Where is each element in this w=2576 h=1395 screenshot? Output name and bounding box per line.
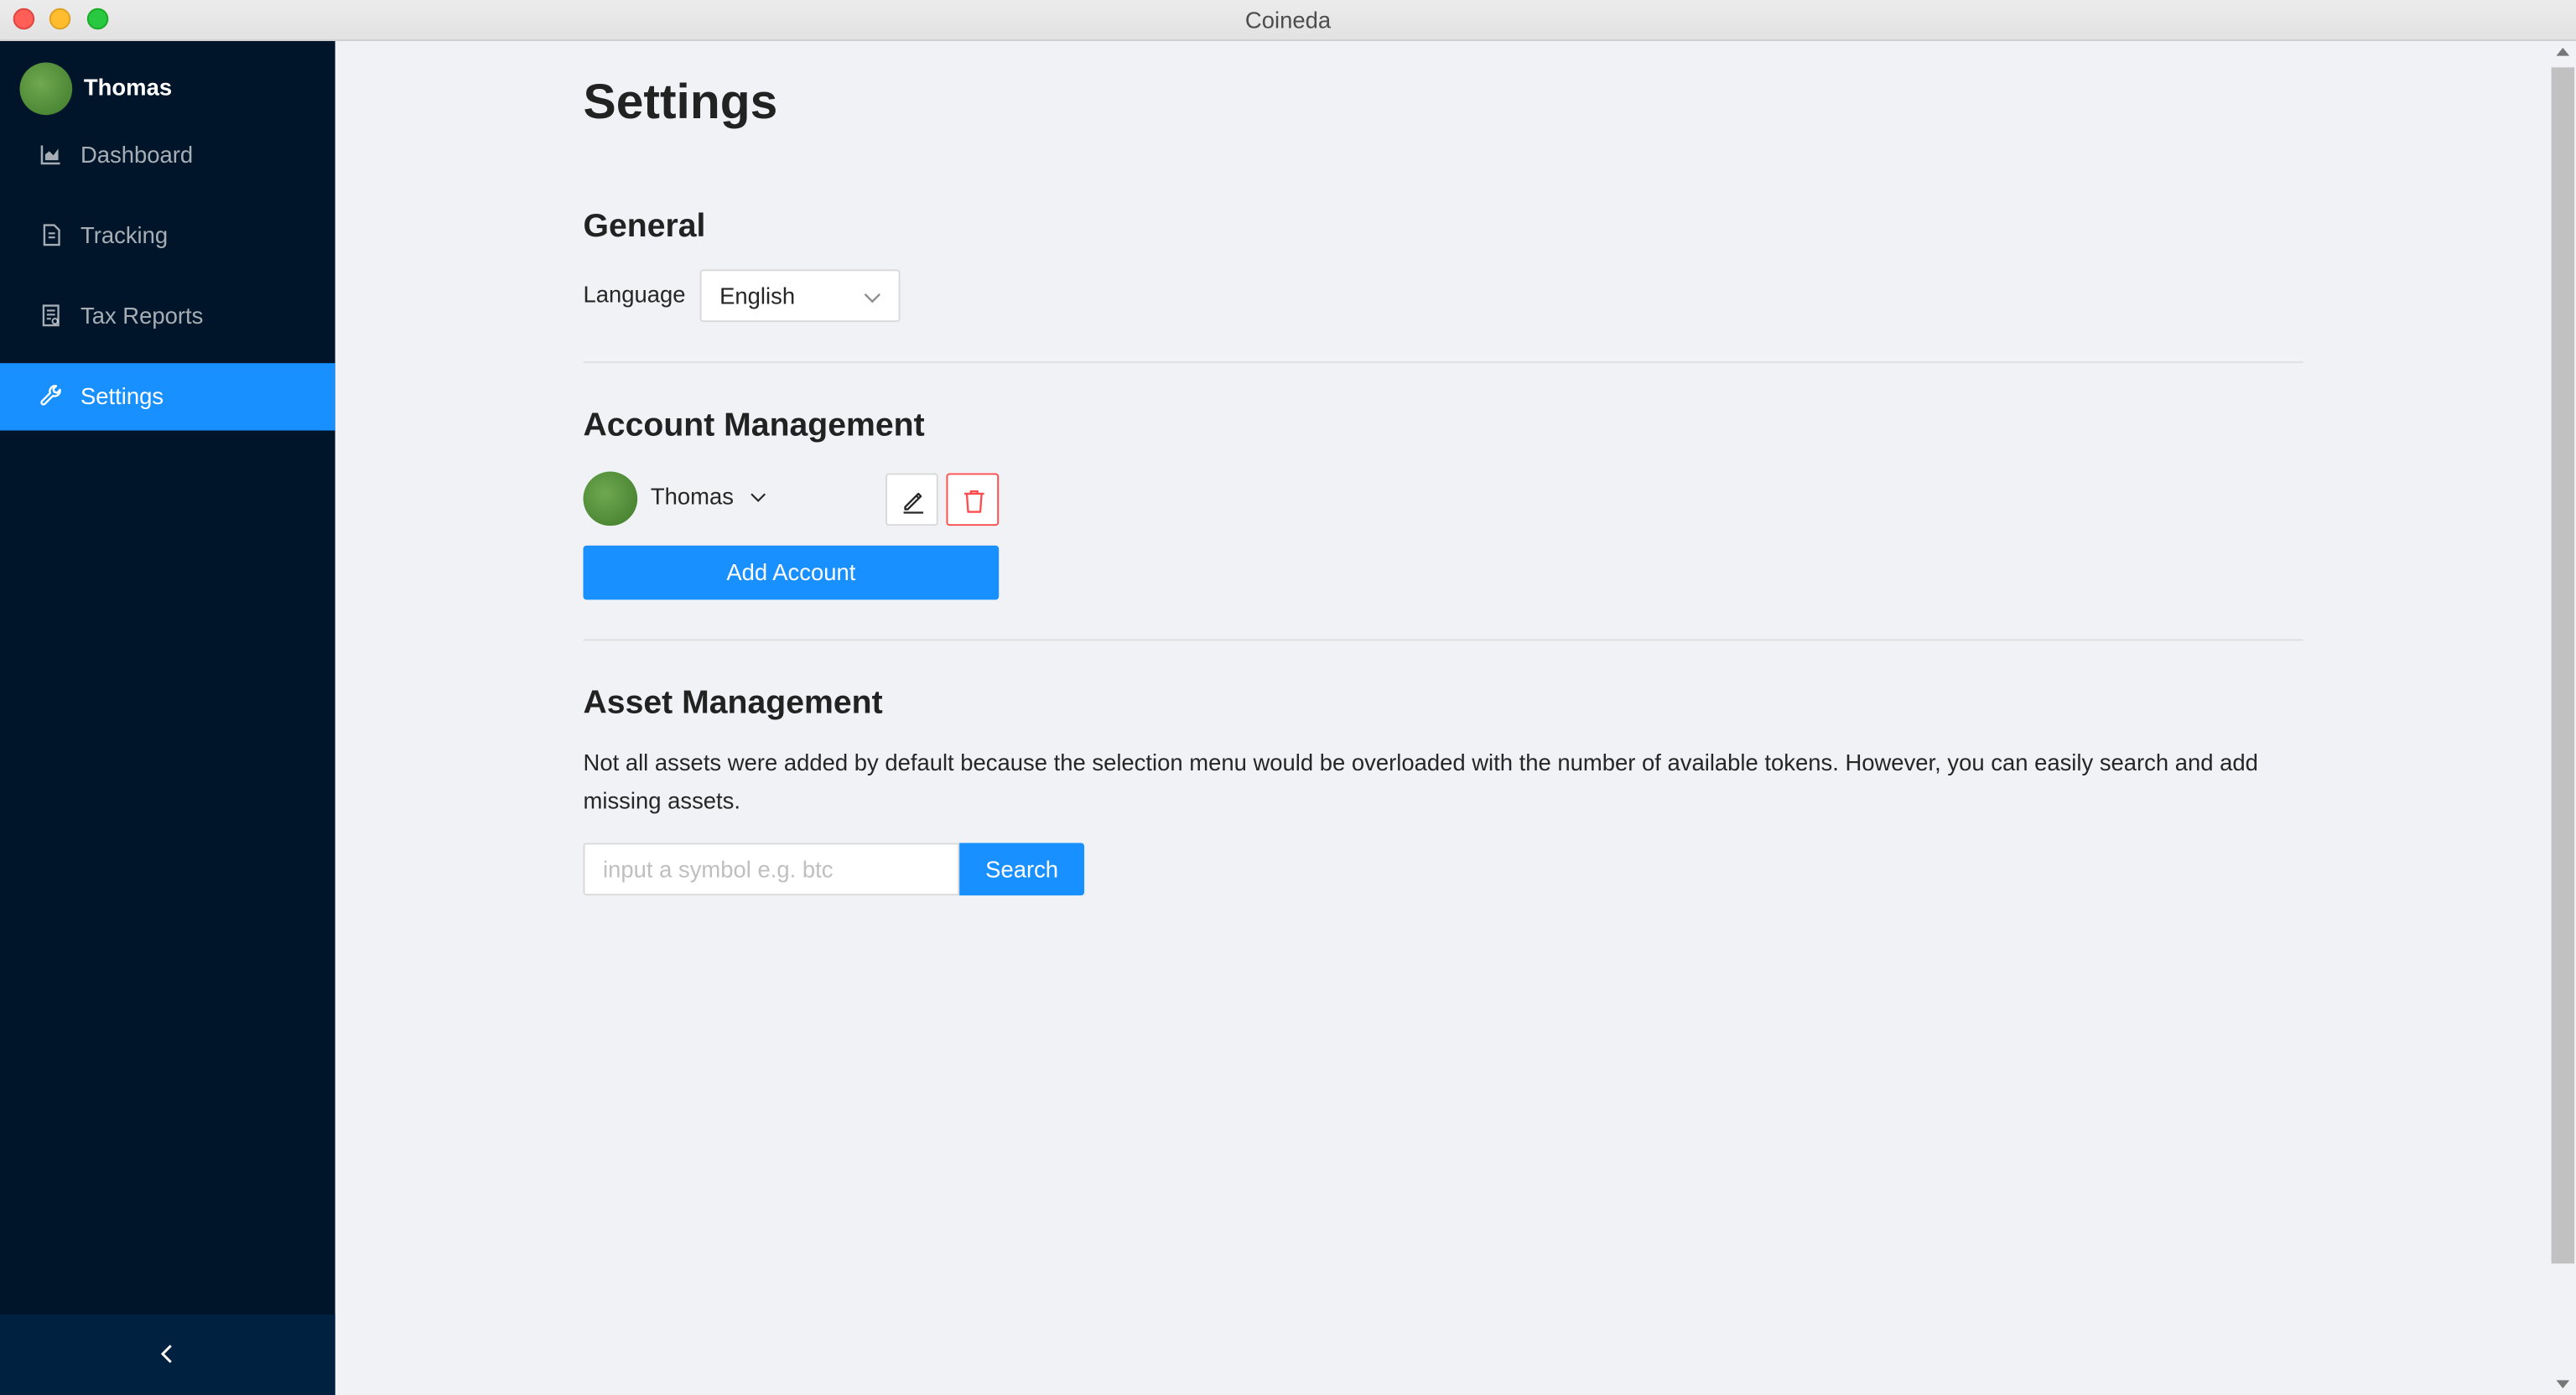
chart-icon <box>40 145 60 165</box>
asset-search-input[interactable] <box>583 843 960 896</box>
divider <box>583 639 2303 641</box>
edit-icon <box>903 492 924 514</box>
sidebar-item-settings[interactable]: Settings <box>0 363 335 431</box>
avatar[interactable] <box>19 62 73 116</box>
sidebar-item-tax-reports[interactable]: Tax Reports <box>0 283 335 350</box>
account-avatar <box>583 471 638 526</box>
chevron-down-icon <box>864 293 880 303</box>
app-window: Coineda Thomas Dashboard Tracking Tax Re… <box>0 0 2576 1395</box>
asset-description: Not all assets were added by default bec… <box>583 749 2258 814</box>
sidebar-item-label: Settings <box>80 382 164 410</box>
trash-icon <box>964 490 984 513</box>
file-icon <box>43 224 60 246</box>
scroll-up-arrow[interactable] <box>2556 47 2570 56</box>
scroll-down-arrow[interactable] <box>2556 1380 2570 1389</box>
sidebar-collapse-button[interactable] <box>0 1314 335 1395</box>
scrollbar[interactable] <box>2549 40 2576 1395</box>
divider <box>583 361 2303 364</box>
sidebar-item-label: Tax Reports <box>80 302 204 329</box>
sidebar-item-dashboard[interactable]: Dashboard <box>0 122 335 189</box>
chevron-left-icon <box>160 1345 172 1363</box>
language-label: Language <box>583 281 686 308</box>
edit-account-button[interactable] <box>886 473 938 526</box>
sidebar-item-tracking[interactable]: Tracking <box>0 202 335 269</box>
scrollbar-thumb[interactable] <box>2551 67 2575 1264</box>
page-title: Settings <box>583 75 778 130</box>
title-bar: Coineda <box>0 0 2576 41</box>
language-value: English <box>719 283 796 309</box>
delete-account-button[interactable] <box>946 473 1000 526</box>
language-select[interactable]: English <box>699 269 901 323</box>
window-title: Coineda <box>1244 6 1332 34</box>
report-icon <box>42 304 60 327</box>
add-account-button[interactable]: Add Account <box>583 545 1000 600</box>
wrench-icon <box>40 385 61 406</box>
sidebar-item-label: Dashboard <box>80 141 194 168</box>
account-section-title: Account Management <box>583 407 925 444</box>
sidebar-user-name[interactable]: Thomas <box>84 74 172 100</box>
asset-section-title: Asset Management <box>583 685 883 722</box>
chevron-down-icon[interactable] <box>749 488 767 506</box>
sidebar: Thomas Dashboard Tracking Tax Reports Se… <box>0 40 335 1395</box>
sidebar-item-label: Tracking <box>80 221 169 248</box>
search-button[interactable]: Search <box>959 843 1085 896</box>
general-section-title: General <box>583 208 706 246</box>
account-name[interactable]: Thomas <box>651 483 734 509</box>
